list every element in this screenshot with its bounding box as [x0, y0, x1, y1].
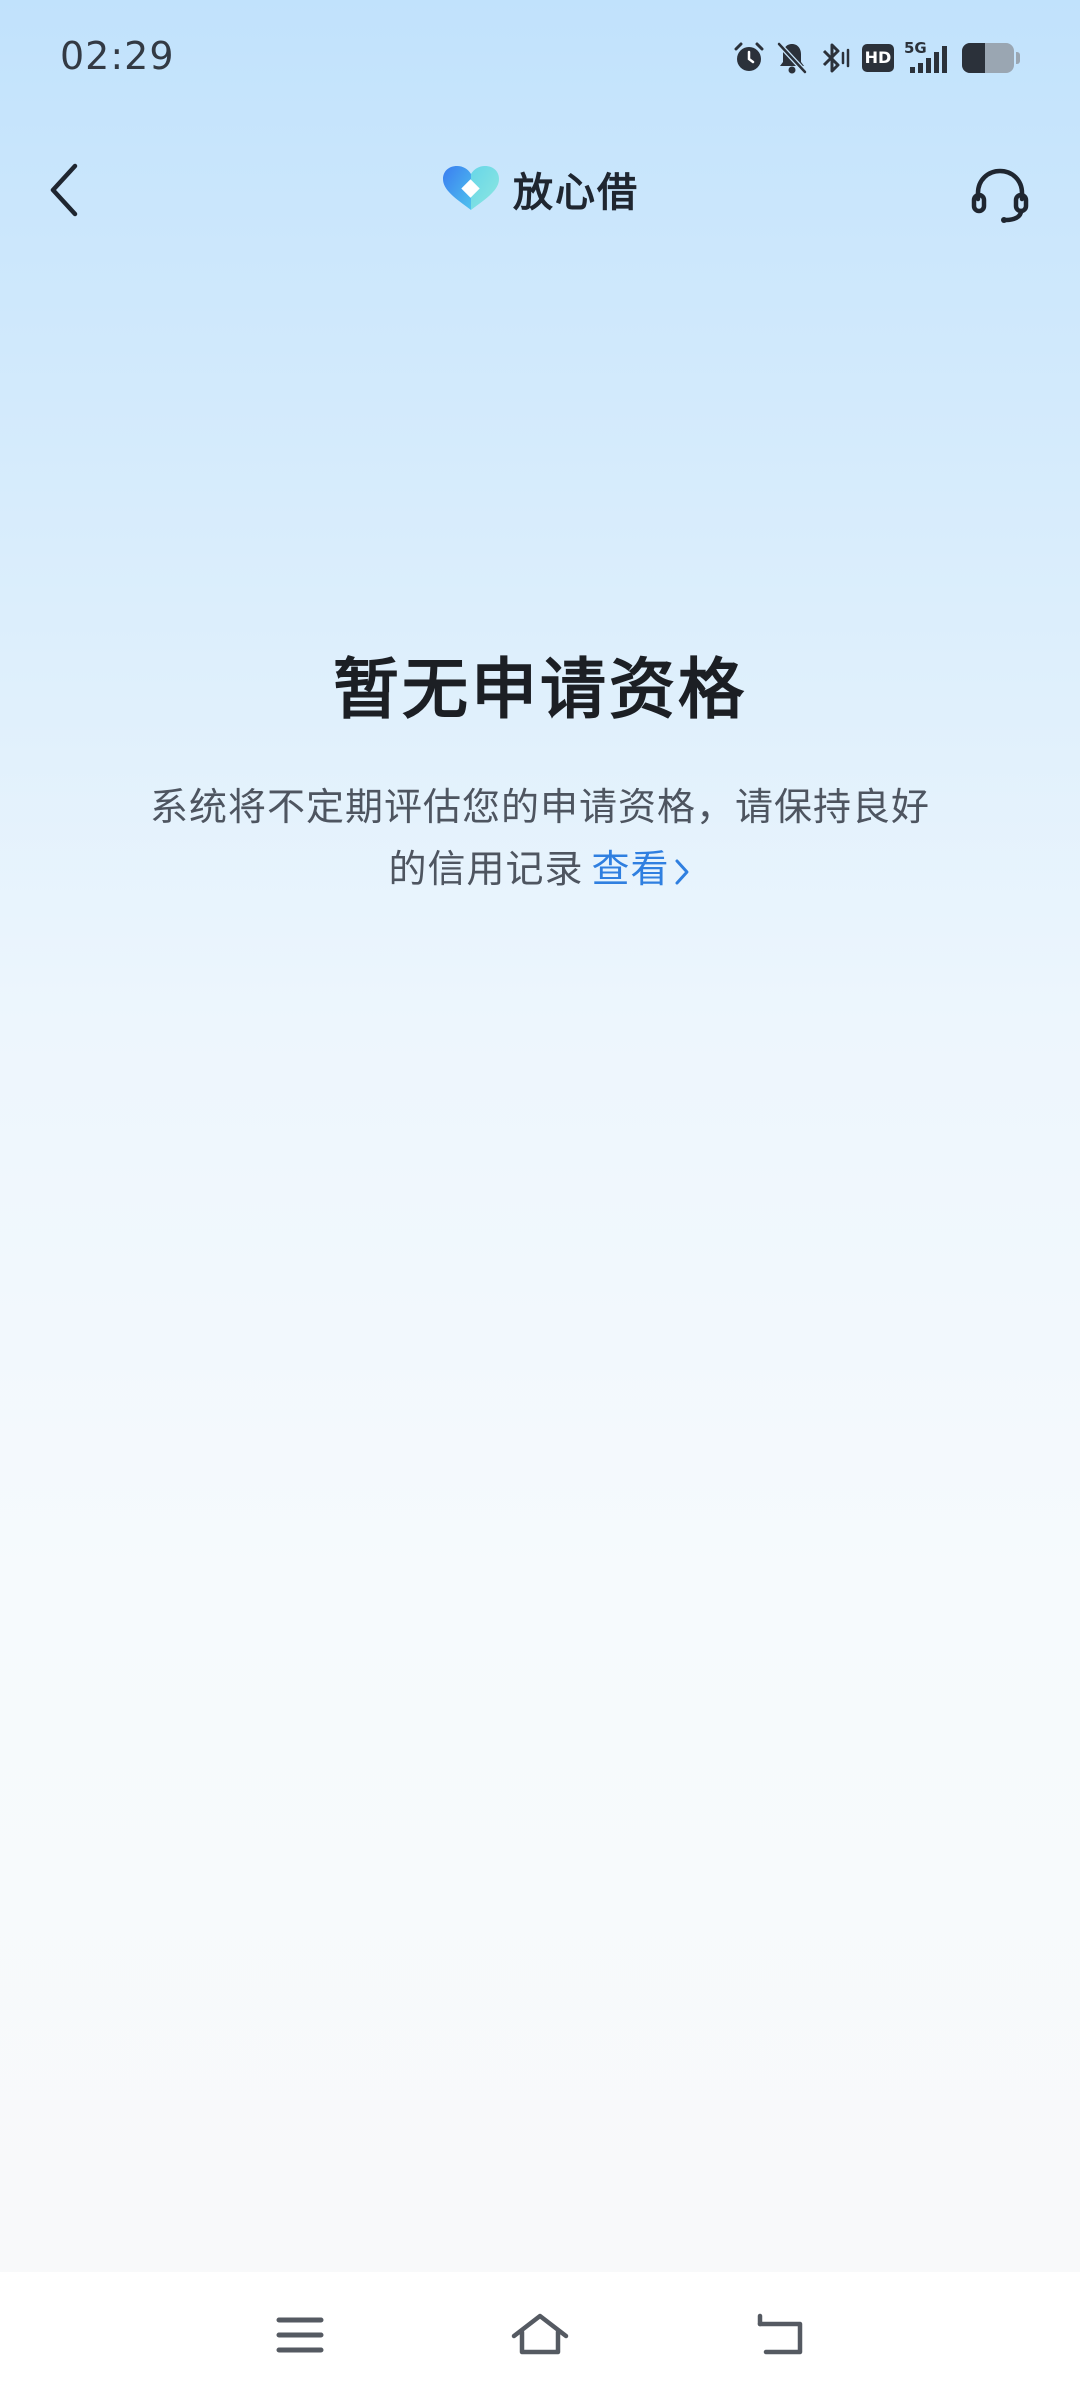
status-time: 02:29: [60, 34, 175, 78]
menu-icon: [276, 2317, 324, 2353]
brand-logo-icon: [443, 166, 499, 210]
bluetooth-icon: [822, 43, 850, 73]
app-screen: 02:29 HD 5G 放心借 暂无申请资格 系统将不定期评估您的申请资格，请保…: [0, 0, 1080, 2272]
system-menu-button[interactable]: [260, 2300, 340, 2370]
customer-service-button[interactable]: [960, 155, 1040, 235]
brand: 放心借: [0, 160, 1080, 218]
battery-icon: [962, 43, 1020, 73]
chevron-right-icon: [675, 859, 689, 884]
status-bar: 02:29 HD 5G: [0, 0, 1080, 120]
view-link-label: 查看: [591, 847, 670, 891]
status-icons: HD 5G: [732, 38, 1020, 78]
empty-state-title: 暂无申请资格: [333, 651, 747, 728]
empty-state-description: 系统将不定期评估您的申请资格，请保持良好的信用记录 查看: [140, 776, 940, 900]
system-home-button[interactable]: [500, 2300, 580, 2370]
brand-name: 放心借: [513, 170, 639, 216]
signal-5g-icon: 5G: [904, 39, 952, 75]
headset-icon: [971, 168, 1029, 223]
back-icon: [757, 2313, 803, 2355]
hd-icon: HD: [862, 44, 894, 72]
empty-state: 暂无申请资格 系统将不定期评估您的申请资格，请保持良好的信用记录 查看: [0, 640, 1080, 900]
empty-state-text: 系统将不定期评估您的申请资格，请保持良好的信用记录: [149, 785, 930, 891]
system-nav-bar: [0, 2272, 1080, 2400]
system-back-button[interactable]: [740, 2300, 820, 2370]
view-link[interactable]: 查看: [592, 847, 692, 891]
bell-off-icon: [777, 42, 807, 74]
nav-bar: 放心借: [0, 130, 1080, 250]
home-icon: [511, 2313, 569, 2355]
alarm-icon: [734, 42, 764, 71]
